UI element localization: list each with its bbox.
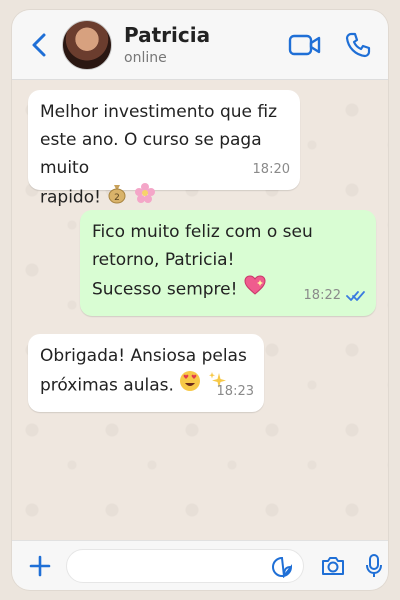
svg-text:2: 2 — [114, 193, 120, 203]
microphone-button[interactable] — [364, 553, 384, 579]
camera-button[interactable] — [320, 553, 346, 579]
message-bubble-outgoing[interactable]: Fico muito feliz com o seu retorno, Patr… — [80, 210, 376, 316]
message-text: Melhor investimento que fiz este ano. O … — [40, 102, 278, 208]
message-input-field[interactable] — [66, 548, 304, 583]
header-actions — [288, 31, 372, 59]
microphone-icon — [366, 553, 382, 577]
chat-header: Patricia online — [12, 10, 388, 80]
avatar[interactable] — [62, 19, 112, 70]
video-call-button[interactable] — [288, 33, 322, 57]
message-time: 18:23 — [216, 384, 254, 399]
message-list: Melhor investimento que fiz este ano. O … — [12, 80, 388, 540]
contact-info[interactable]: Patricia online — [124, 24, 210, 66]
contact-status: online — [124, 49, 167, 66]
message-meta: 18:23 — [217, 378, 254, 406]
chat-screen: Patricia online Melhor investimento que … — [12, 10, 388, 590]
message-meta: 18:20 — [253, 156, 290, 184]
double-check-icon — [346, 291, 365, 301]
message-meta: 18:22 — [304, 282, 366, 310]
plus-icon — [29, 555, 51, 576]
message-time: 18:22 — [303, 288, 341, 303]
composer-bar — [12, 540, 388, 590]
chevron-left-icon — [32, 33, 46, 56]
contact-name: Patricia — [124, 22, 211, 47]
back-button[interactable] — [22, 25, 56, 65]
voice-call-button[interactable] — [344, 31, 372, 59]
message-text: Fico muito feliz com o seu retorno, Patr… — [92, 222, 313, 300]
heart-eyes-emoji-icon — [179, 370, 201, 401]
cherry-blossom-emoji-icon — [134, 182, 156, 213]
sticker-button[interactable] — [271, 556, 293, 578]
camera-icon — [322, 556, 344, 575]
video-camera-icon — [288, 34, 321, 55]
money-bag-emoji-icon: 2 — [106, 182, 128, 213]
phone-icon — [345, 32, 371, 57]
message-input[interactable] — [79, 549, 259, 582]
sparkling-heart-emoji-icon — [243, 274, 267, 305]
composer-actions — [320, 553, 384, 579]
message-time: 18:20 — [252, 162, 290, 177]
message-bubble-incoming[interactable]: Melhor investimento que fiz este ano. O … — [28, 90, 300, 208]
attach-button[interactable] — [26, 552, 54, 580]
sticker-icon — [272, 556, 293, 578]
message-bubble-incoming[interactable]: Obrigada! Ansiosa pelas próximas aulas. … — [28, 334, 264, 412]
